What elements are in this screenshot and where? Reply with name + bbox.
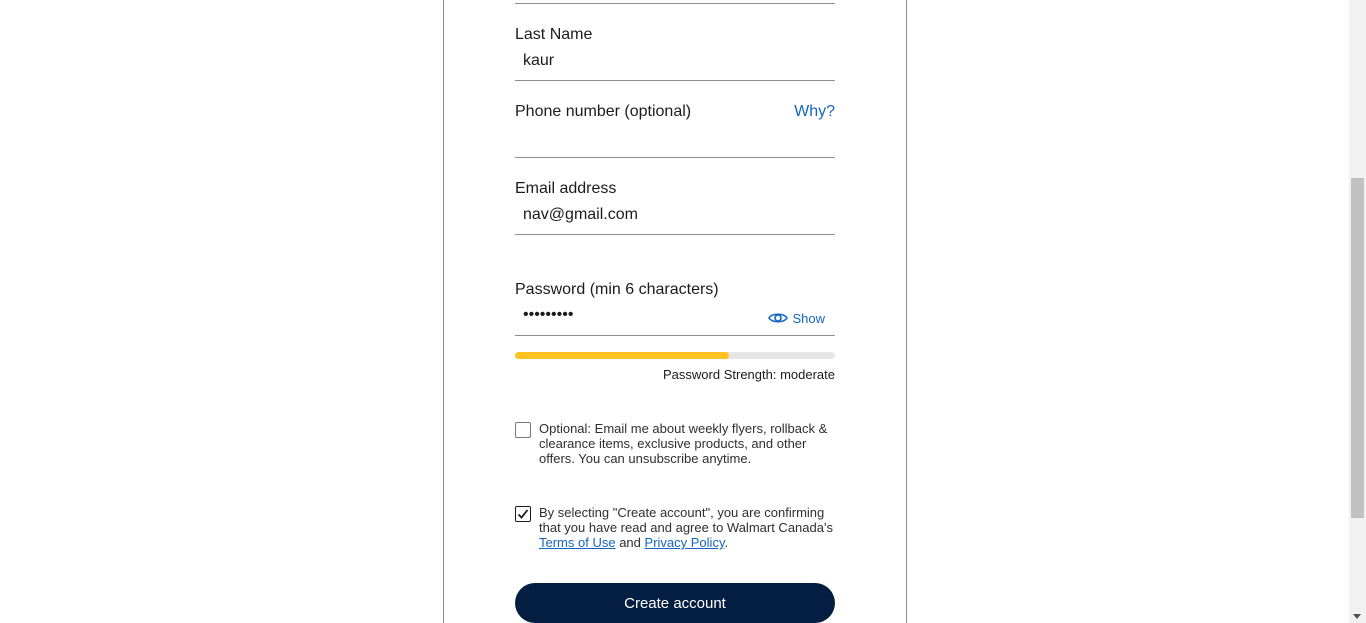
- first-name-underline: [515, 3, 835, 4]
- password-strength-fill: [515, 352, 730, 359]
- terms-of-use-link[interactable]: Terms of Use: [539, 535, 616, 550]
- password-underline: [515, 335, 835, 336]
- terms-text-intro: By selecting "Create account", you are c…: [539, 505, 833, 535]
- terms-and-text: and: [619, 535, 641, 550]
- phone-input[interactable]: [523, 129, 823, 149]
- password-strength-meter: [515, 352, 835, 359]
- terms-text: By selecting "Create account", you are c…: [539, 505, 839, 550]
- email-optin-checkbox[interactable]: [515, 422, 531, 438]
- password-strength-text: Password Strength: moderate: [663, 367, 835, 382]
- password-input[interactable]: •••••••••: [523, 306, 573, 324]
- email-label: Email address: [515, 180, 617, 197]
- show-password-label: Show: [792, 310, 825, 326]
- eye-icon: [768, 313, 789, 323]
- page: Last Name kaur Phone number (optional) W…: [0, 0, 1366, 623]
- create-account-button[interactable]: Create account: [515, 583, 835, 623]
- password-label: Password (min 6 characters): [515, 281, 719, 298]
- signup-form-card: Last Name kaur Phone number (optional) W…: [443, 0, 907, 623]
- last-name-input[interactable]: kaur: [523, 52, 554, 70]
- show-password-button[interactable]: Show: [768, 310, 825, 326]
- email-underline: [515, 234, 835, 235]
- email-optin-text: Optional: Email me about weekly flyers, …: [539, 421, 828, 466]
- phone-label: Phone number (optional): [515, 103, 692, 120]
- email-input[interactable]: nav@gmail.com: [523, 206, 638, 224]
- terms-checkbox[interactable]: [515, 506, 531, 522]
- last-name-underline: [515, 80, 835, 81]
- vertical-scrollbar[interactable]: [1349, 0, 1366, 623]
- phone-why-link[interactable]: Why?: [794, 103, 835, 121]
- checkmark-icon: [517, 509, 529, 519]
- scrollbar-thumb[interactable]: [1351, 178, 1364, 518]
- scroll-down-arrow-icon[interactable]: [1353, 614, 1361, 619]
- privacy-policy-link[interactable]: Privacy Policy: [645, 535, 725, 550]
- terms-period: .: [724, 535, 729, 550]
- phone-underline: [515, 157, 835, 158]
- last-name-label: Last Name: [515, 26, 593, 43]
